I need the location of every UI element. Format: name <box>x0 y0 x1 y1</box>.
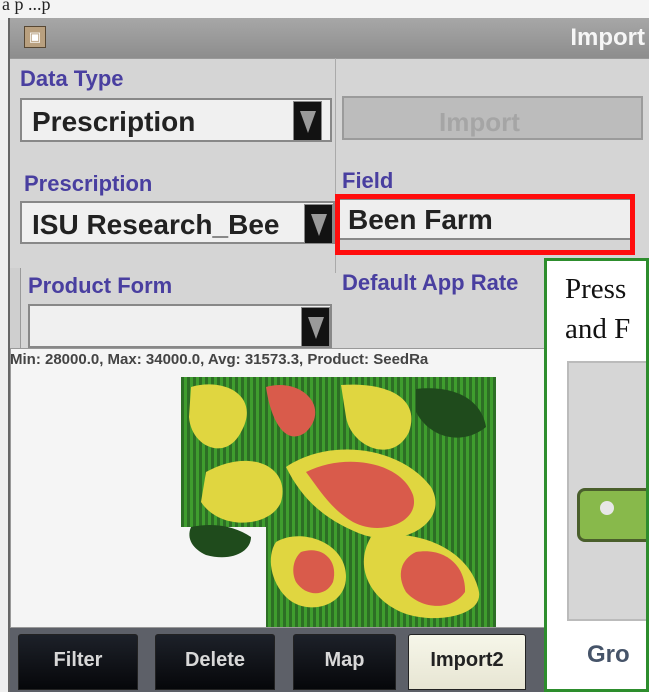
product-form-dropdown-button[interactable] <box>301 307 330 347</box>
window-title: Import <box>570 24 645 51</box>
prescription-dropdown-button[interactable] <box>304 204 333 244</box>
callout-line-1: Press <box>565 273 627 305</box>
field-boundary-icon <box>577 488 646 542</box>
tab-import2[interactable]: Import2 <box>408 634 526 690</box>
tab-delete[interactable]: Delete <box>155 634 275 690</box>
tab-map[interactable]: Map <box>293 634 396 690</box>
title-bar: ▣ Import <box>10 18 649 58</box>
product-form-label: Product Form <box>28 273 173 298</box>
callout-line-2: and F <box>565 313 631 345</box>
prescription-value: ISU Research_Bee <box>32 209 280 240</box>
top-strip: a p ...p <box>0 0 649 20</box>
tab-filter[interactable]: Filter <box>18 634 138 690</box>
overlay-text: a p ...p <box>2 0 51 14</box>
prescription-label: Prescription <box>24 171 153 196</box>
instruction-callout: Press and F Gro <box>544 258 649 692</box>
prescription-select[interactable]: ISU Research_Bee <box>20 201 335 244</box>
import-button-label: Import <box>439 107 520 137</box>
field-label: Field <box>342 168 394 193</box>
import-button[interactable]: Import <box>342 96 643 140</box>
data-type-select[interactable]: Prescription <box>20 98 332 142</box>
data-type-value: Prescription <box>32 106 196 137</box>
data-type-label: Data Type <box>20 66 124 91</box>
default-app-rate-label: Default App Rate <box>342 270 519 295</box>
callout-inset-screen <box>567 361 646 621</box>
product-form-select[interactable] <box>28 304 332 348</box>
map-summary-text: Min: 28000.0, Max: 34000.0, Avg: 31573.3… <box>10 351 429 368</box>
callout-bottom-text: Gro <box>587 641 630 668</box>
prescription-map-panel <box>10 348 555 628</box>
data-type-dropdown-button[interactable] <box>293 101 322 141</box>
prescription-map <box>181 377 496 627</box>
field-highlight-box <box>335 194 635 255</box>
app-icon: ▣ <box>24 26 46 48</box>
